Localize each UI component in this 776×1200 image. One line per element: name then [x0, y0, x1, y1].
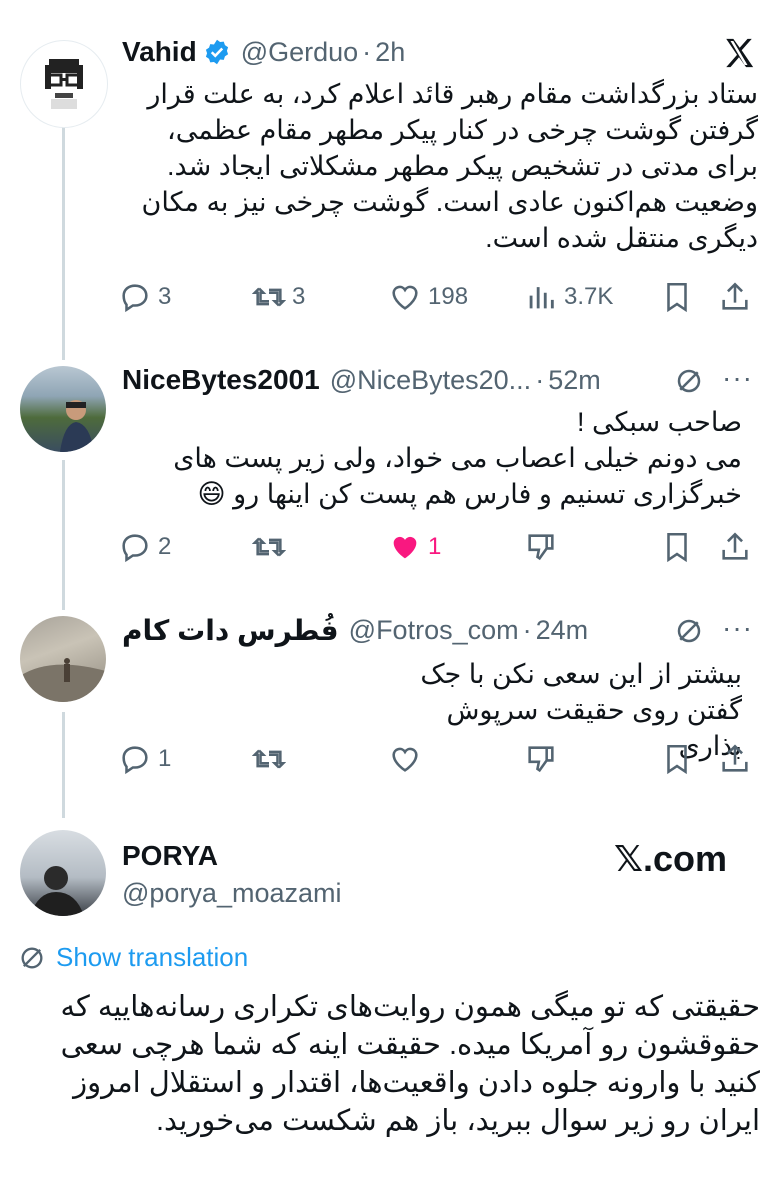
- tweet-text: می دونم خیلی اعصاب می خواد، ولی زیر پست …: [173, 443, 742, 509]
- quoted-name-row: PORYA: [122, 840, 218, 872]
- tweet-header: NiceBytes2001 @NiceBytes20... · 52m: [122, 364, 601, 396]
- display-name[interactable]: PORYA: [122, 840, 218, 872]
- separator-dot: ·: [535, 364, 545, 395]
- like-count: 198: [428, 283, 469, 310]
- translate-icon[interactable]: [674, 616, 704, 646]
- profile-photo-image: [30, 866, 84, 916]
- bookmark-icon: [667, 532, 687, 563]
- separator-dot: ·: [362, 36, 372, 67]
- avatar[interactable]: [20, 830, 106, 916]
- thread-line: [62, 460, 65, 610]
- tweet-text-line1: صاحب سبکی !: [576, 407, 742, 437]
- show-translation-link[interactable]: Show translation: [18, 942, 248, 973]
- user-handle[interactable]: @porya_moazami: [122, 878, 342, 909]
- more-icon[interactable]: ···: [722, 362, 753, 394]
- reply-count: 2: [158, 533, 172, 560]
- retweet-button[interactable]: [252, 742, 286, 776]
- avatar[interactable]: [20, 616, 106, 702]
- like-icon: [392, 747, 418, 772]
- display-name[interactable]: NiceBytes2001: [122, 364, 320, 396]
- profile-photo-image: [20, 658, 106, 702]
- views-icon: [529, 287, 554, 309]
- retweet-button[interactable]: [252, 530, 286, 564]
- user-handle[interactable]: @Gerduo: [241, 37, 358, 68]
- retweet-icon: [252, 287, 286, 307]
- reply-icon: [122, 284, 148, 313]
- retweet-icon: [252, 537, 286, 557]
- translate-icon: [21, 947, 43, 968]
- tweet-header: Vahid @Gerduo · 2h: [122, 36, 405, 68]
- tweet-actions: 3 3 198 3.7K: [118, 280, 758, 316]
- dislike-icon: [528, 534, 554, 561]
- share-button[interactable]: [718, 530, 752, 564]
- reply-icon: [122, 534, 148, 563]
- like-icon: [392, 285, 418, 310]
- reply-button[interactable]: 2: [118, 530, 171, 564]
- separator-dot: ·: [522, 615, 532, 645]
- tweet-actions: 1: [118, 742, 758, 778]
- dislike-button[interactable]: [524, 530, 558, 564]
- quoted-handle-row: @porya_moazami: [122, 878, 342, 909]
- views-count: 3.7K: [564, 283, 614, 310]
- avatar[interactable]: [20, 40, 108, 128]
- share-button[interactable]: [718, 280, 752, 314]
- tweet-actions: 2 1: [118, 530, 758, 566]
- like-button[interactable]: 198: [388, 280, 468, 314]
- reply-button[interactable]: 1: [118, 742, 171, 776]
- like-button[interactable]: 1: [388, 530, 441, 564]
- reply-count: 1: [158, 745, 172, 772]
- tweet-header: فُطرس دات کام @Fotros_com · 24m: [122, 614, 588, 647]
- dislike-button[interactable]: [524, 742, 558, 776]
- reply-icon: [122, 746, 148, 775]
- bookmark-icon: [667, 744, 687, 775]
- more-icon[interactable]: ···: [722, 612, 753, 644]
- retweet-button[interactable]: 3: [252, 280, 305, 314]
- pixel-avatar-image: [45, 59, 83, 109]
- timestamp[interactable]: 2h: [375, 37, 405, 68]
- translate-icon[interactable]: [674, 366, 704, 396]
- reply-button[interactable]: 3: [118, 280, 171, 314]
- share-icon: [722, 282, 748, 310]
- user-handle[interactable]: @NiceBytes20...: [330, 365, 532, 396]
- bookmark-button[interactable]: [660, 530, 694, 564]
- x-logo-icon[interactable]: [722, 36, 756, 70]
- share-button[interactable]: [718, 742, 752, 776]
- bookmark-button[interactable]: [660, 742, 694, 776]
- thread-line: [62, 712, 65, 818]
- share-icon: [722, 532, 748, 560]
- thread-line: [62, 126, 65, 360]
- post-text: حقیقتی که تو میگی همون روایت‌های تکراری …: [60, 991, 760, 1137]
- display-name[interactable]: Vahid: [122, 36, 197, 68]
- x-com-brand: 𝕏.com: [614, 838, 728, 879]
- timestamp[interactable]: 52m: [548, 365, 601, 396]
- reply-count: 3: [158, 283, 172, 310]
- display-name[interactable]: فُطرس دات کام: [122, 614, 339, 647]
- retweet-count: 3: [292, 283, 306, 310]
- bookmark-icon: [667, 282, 687, 313]
- profile-photo-image: [60, 400, 94, 452]
- timestamp[interactable]: 24m: [536, 615, 589, 646]
- verified-badge-icon: [205, 39, 228, 65]
- user-handle[interactable]: @Fotros_com: [349, 615, 519, 646]
- share-icon: [722, 744, 748, 772]
- dislike-icon: [528, 746, 554, 773]
- like-count: 1: [428, 533, 442, 560]
- retweet-icon: [252, 749, 286, 769]
- like-button[interactable]: [388, 742, 422, 776]
- like-icon: [393, 536, 417, 559]
- views-button[interactable]: 3.7K: [524, 280, 613, 314]
- avatar[interactable]: [20, 366, 106, 452]
- tweet-text: ستاد بزرگداشت مقام رهبر قائد اعلام کرد، …: [141, 79, 758, 253]
- show-translation-label: Show translation: [56, 942, 249, 972]
- bookmark-button[interactable]: [660, 280, 694, 314]
